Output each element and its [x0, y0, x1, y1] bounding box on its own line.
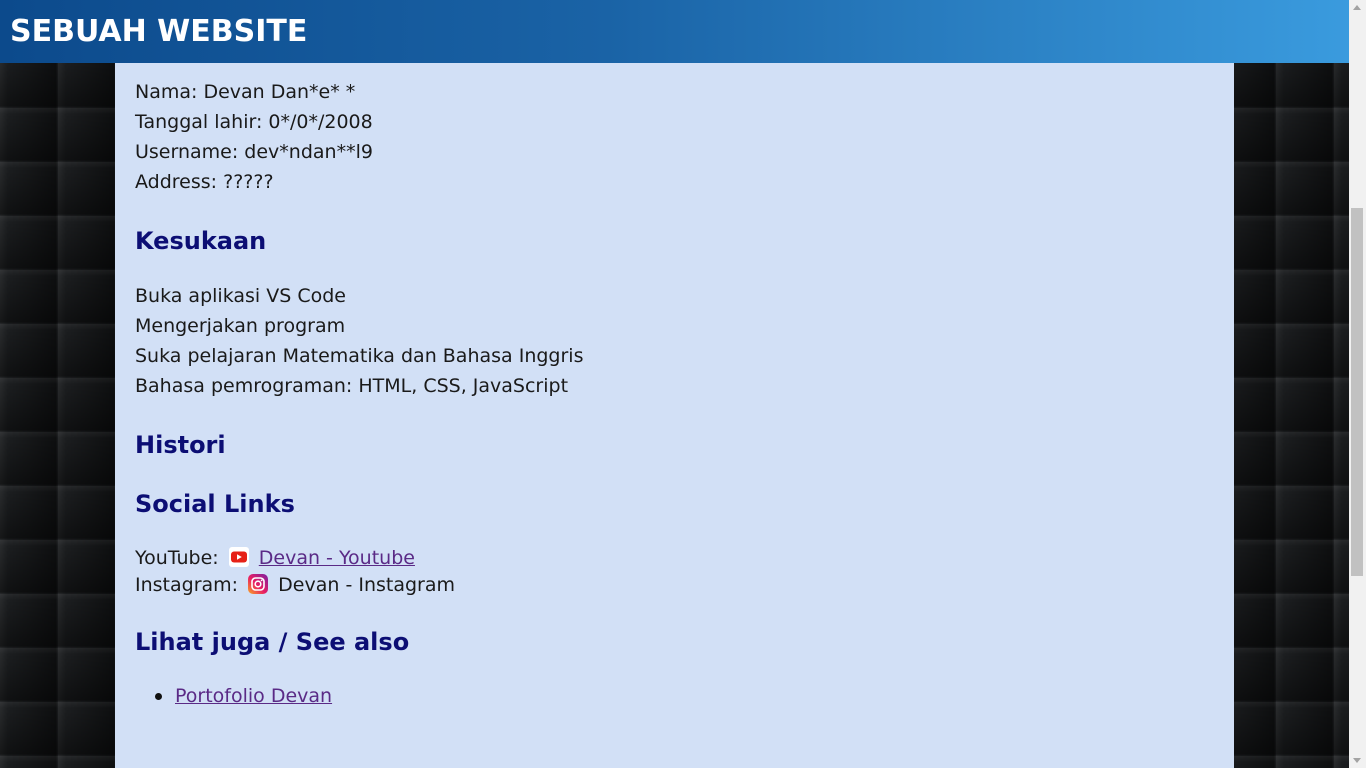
- list-bullet: [155, 693, 162, 700]
- portfolio-link[interactable]: Portofolio Devan: [175, 685, 332, 707]
- site-header: SEBUAH WEBSITE: [0, 0, 1349, 63]
- kesukaan-item: Suka pelajaran Matematika dan Bahasa Ing…: [135, 345, 584, 367]
- heading-histori: Histori: [135, 431, 226, 459]
- scroll-up-arrow-icon[interactable]: [1353, 5, 1361, 10]
- scroll-down-arrow-icon[interactable]: [1353, 758, 1361, 763]
- kesukaan-item: Bahasa pemrograman: HTML, CSS, JavaScrip…: [135, 375, 569, 397]
- site-title: SEBUAH WEBSITE: [10, 14, 308, 49]
- profile-address: Address: ?????: [135, 171, 274, 193]
- heading-see-also: Lihat juga / See also: [135, 628, 410, 656]
- instagram-text: Devan - Instagram: [278, 574, 456, 596]
- heading-social-links: Social Links: [135, 490, 295, 518]
- kesukaan-item: Mengerjakan program: [135, 315, 346, 337]
- vertical-scrollbar[interactable]: [1349, 0, 1366, 768]
- heading-kesukaan: Kesukaan: [135, 227, 267, 255]
- youtube-link[interactable]: Devan - Youtube: [259, 547, 415, 569]
- instagram-icon: [248, 574, 269, 594]
- profile-username: Username: dev*ndan**l9: [135, 141, 373, 163]
- page: SEBUAH WEBSITE Nama: Devan Dan*e* * Tang…: [0, 0, 1349, 768]
- youtube-label: YouTube:: [135, 547, 219, 569]
- youtube-icon: [228, 547, 249, 567]
- instagram-label: Instagram:: [135, 574, 239, 596]
- scroll-thumb[interactable]: [1351, 208, 1363, 576]
- profile-birthdate: Tanggal lahir: 0*/0*/2008: [135, 111, 373, 133]
- see-also-item: Portofolio Devan: [175, 683, 332, 709]
- instagram-row: Instagram: Devan - Instagram: [135, 572, 455, 598]
- youtube-row: YouTube: Devan - Youtube: [135, 545, 415, 571]
- main-content: Nama: Devan Dan*e* * Tanggal lahir: 0*/0…: [115, 63, 1234, 768]
- profile-name: Nama: Devan Dan*e* *: [135, 81, 356, 103]
- kesukaan-item: Buka aplikasi VS Code: [135, 285, 346, 307]
